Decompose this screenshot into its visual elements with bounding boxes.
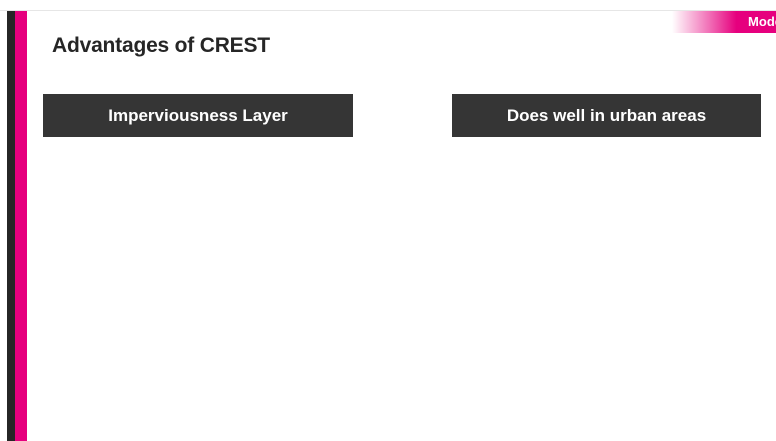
advantage-box-urban-areas: Does well in urban areas [452,94,761,137]
advantage-box-label: Does well in urban areas [506,105,707,125]
slide-title: Advantages of CREST [52,34,270,57]
advantage-box-imperviousness: Imperviousness Layer [43,94,353,137]
advantage-box-label: Imperviousness Layer [108,105,288,125]
left-accent-bar-dark [7,11,15,441]
corner-tab: Mode [672,11,776,33]
corner-tab-label: Mode [748,14,776,29]
slide: Mode Advantages of CREST Imperviousness … [0,0,776,441]
left-accent-bar-pink [15,11,27,441]
top-divider [0,10,776,11]
